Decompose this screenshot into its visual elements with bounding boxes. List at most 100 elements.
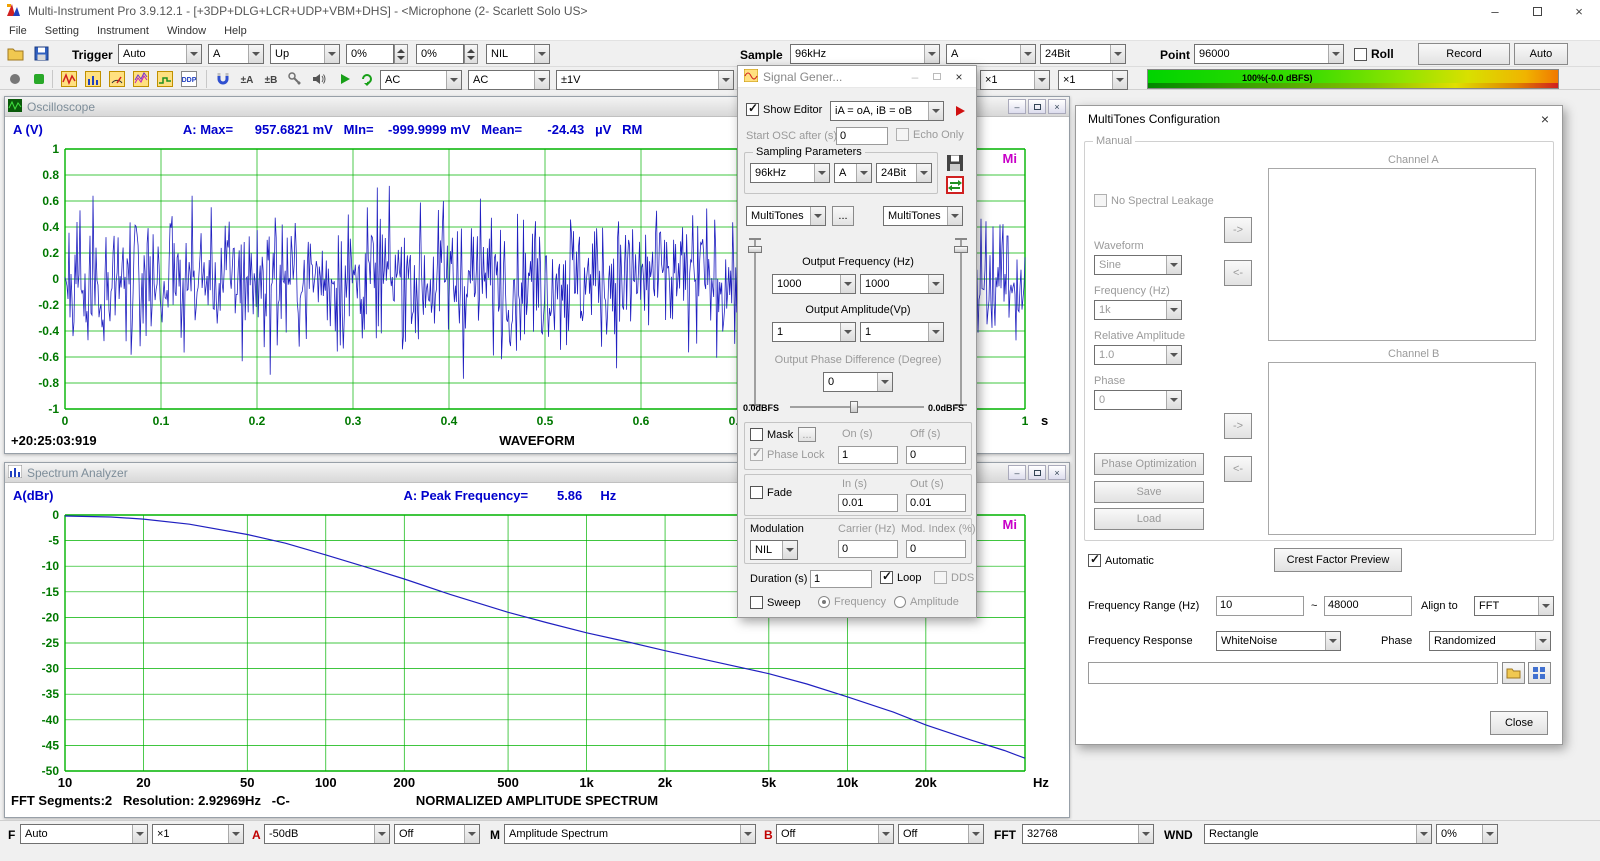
sample-bits-select[interactable]: 24Bit — [1040, 44, 1126, 64]
window-minimize-button[interactable]: – — [1008, 465, 1026, 480]
multitones-close-icon[interactable]: × — [1534, 109, 1556, 129]
probe-b-select[interactable]: ×1 — [1058, 70, 1128, 90]
echo-only-checkbox[interactable]: Echo Only — [896, 128, 964, 141]
frequency-b-combo[interactable]: 1000 — [860, 274, 944, 294]
phase-difference-combo[interactable]: 0 — [823, 372, 893, 392]
menu-file[interactable]: File — [0, 25, 36, 37]
data-logger-icon[interactable] — [154, 69, 176, 89]
frequency-a-combo[interactable]: 1000 — [772, 274, 856, 294]
maximize-button[interactable] — [1516, 0, 1558, 22]
dialog-close-button[interactable]: × — [948, 67, 970, 87]
load-tones-button[interactable]: Load — [1094, 508, 1204, 530]
menu-instrument[interactable]: Instrument — [88, 25, 158, 37]
crest-factor-preview-button[interactable]: Crest Factor Preview — [1274, 548, 1402, 572]
record-button[interactable]: Record — [1418, 43, 1510, 65]
window-close-button[interactable]: × — [1048, 99, 1066, 114]
frequency-min-input[interactable]: 10 — [1216, 596, 1304, 616]
sample-rate-select[interactable]: 96kHz — [790, 44, 940, 64]
overlap-select[interactable]: 0% — [1436, 824, 1498, 844]
generator-play-button[interactable] — [950, 102, 970, 120]
window-restore-button[interactable] — [1028, 465, 1046, 480]
automatic-checkbox[interactable]: Automatic — [1088, 554, 1154, 567]
manual-waveform-select[interactable]: Sine — [1094, 255, 1182, 275]
sweep-frequency-radio[interactable]: Frequency — [818, 596, 886, 608]
input-range-select[interactable]: ±1V — [556, 70, 734, 90]
menu-setting[interactable]: Setting — [36, 25, 88, 37]
coupling-b-select[interactable]: AC — [468, 70, 550, 90]
calibration-key-icon[interactable] — [284, 69, 306, 89]
gen-save-icon[interactable] — [946, 154, 964, 175]
probe-a-select[interactable]: ×1 — [980, 70, 1050, 90]
phase-mode-select[interactable]: Randomized — [1429, 631, 1551, 651]
roll-checkbox[interactable]: Roll — [1354, 47, 1394, 61]
slider-handle[interactable] — [850, 401, 858, 413]
b-range-select[interactable]: Off — [776, 824, 894, 844]
signal-generator-titlebar[interactable]: Signal Gener... – × — [738, 66, 976, 88]
show-editor-checkbox[interactable]: Show Editor — [746, 103, 822, 116]
channel-b-add-button[interactable]: -> — [1224, 413, 1252, 439]
slider-handle[interactable] — [748, 246, 762, 253]
loop-checkbox[interactable]: Loop — [880, 571, 921, 584]
carrier-input[interactable]: 0 — [838, 540, 898, 558]
a-range-select[interactable]: -50dB — [264, 824, 390, 844]
trigger-edge-select[interactable]: Up — [270, 44, 340, 64]
gen-bits-select[interactable]: 24Bit — [876, 163, 932, 183]
file-path-input[interactable] — [1088, 662, 1498, 684]
waveform-b-select[interactable]: MultiTones — [883, 206, 963, 226]
play-icon[interactable] — [334, 69, 356, 89]
coupling-a-select[interactable]: AC — [380, 70, 462, 90]
dds-checkbox[interactable]: DDS — [934, 571, 974, 584]
amplitude-slider-a[interactable] — [746, 234, 764, 410]
record-indicator-icon[interactable] — [4, 69, 26, 89]
run-stop-icon[interactable] — [28, 69, 50, 89]
align-to-select[interactable]: FFT — [1474, 596, 1554, 616]
manual-phase-select[interactable]: 0 — [1094, 390, 1182, 410]
close-dialog-button[interactable]: Close — [1490, 711, 1548, 735]
channel-a-remove-button[interactable]: <- — [1224, 260, 1252, 286]
f-probe-select[interactable]: ×1 — [152, 824, 244, 844]
b-mode-select[interactable]: Off — [898, 824, 984, 844]
fade-out-input[interactable]: 0.01 — [906, 494, 966, 512]
mask-off-input[interactable]: 0 — [906, 446, 966, 464]
duration-input[interactable]: 1 — [810, 570, 872, 588]
channel-b-remove-button[interactable]: <- — [1224, 456, 1252, 482]
gen-dds-sync-icon[interactable] — [946, 176, 964, 197]
offset-adjust-a-icon[interactable]: ±A — [236, 69, 258, 89]
mask-on-input[interactable]: 1 — [838, 446, 898, 464]
phase-lock-checkbox[interactable]: Phase Lock — [750, 448, 824, 461]
manual-frequency-select[interactable]: 1k — [1094, 300, 1182, 320]
a-mode-select[interactable]: Off — [394, 824, 480, 844]
menu-help[interactable]: Help — [215, 25, 256, 37]
trigger-mode-select[interactable]: Auto — [118, 44, 202, 64]
slider-handle[interactable] — [954, 246, 968, 253]
measurement-mode-select[interactable]: Amplitude Spectrum — [504, 824, 756, 844]
start-osc-input[interactable]: 0 — [836, 127, 888, 145]
modulation-type-select[interactable]: NIL — [750, 540, 798, 560]
window-close-button[interactable]: × — [1048, 465, 1066, 480]
frequency-max-input[interactable]: 48000 — [1324, 596, 1412, 616]
grid-view-button[interactable] — [1528, 662, 1551, 684]
gen-sample-rate-select[interactable]: 96kHz — [750, 163, 830, 183]
trigger-delay-field[interactable]: 0% — [416, 44, 464, 64]
loopback-icon[interactable] — [356, 69, 378, 89]
menu-window[interactable]: Window — [158, 25, 215, 37]
fade-in-input[interactable]: 0.01 — [838, 494, 898, 512]
routing-select[interactable]: iA = oA, iB = oB — [830, 101, 944, 121]
amplitude-slider-b[interactable] — [952, 234, 970, 410]
relative-amplitude-select[interactable]: 1.0 — [1094, 345, 1182, 365]
channel-a-listbox[interactable] — [1268, 168, 1536, 341]
save-tones-button[interactable]: Save — [1094, 481, 1204, 503]
multitones-titlebar[interactable]: MultiTones Configuration × — [1076, 106, 1562, 132]
trigger-source-select[interactable]: A — [208, 44, 264, 64]
auto-scale-button[interactable]: Auto — [1514, 43, 1568, 65]
sweep-checkbox[interactable]: Sweep — [750, 596, 801, 609]
oscilloscope-icon[interactable] — [58, 69, 80, 89]
fade-checkbox[interactable]: Fade — [750, 486, 792, 499]
sweep-amplitude-radio[interactable]: Amplitude — [894, 596, 959, 608]
browse-folder-button[interactable] — [1502, 662, 1525, 684]
mask-checkbox[interactable]: Mask — [750, 428, 793, 441]
point-count-select[interactable]: 96000 — [1194, 44, 1344, 64]
no-spectral-leakage-checkbox[interactable]: No Spectral Leakage — [1094, 194, 1214, 207]
f-mode-select[interactable]: Auto — [20, 824, 148, 844]
frequency-response-select[interactable]: WhiteNoise — [1216, 631, 1341, 651]
